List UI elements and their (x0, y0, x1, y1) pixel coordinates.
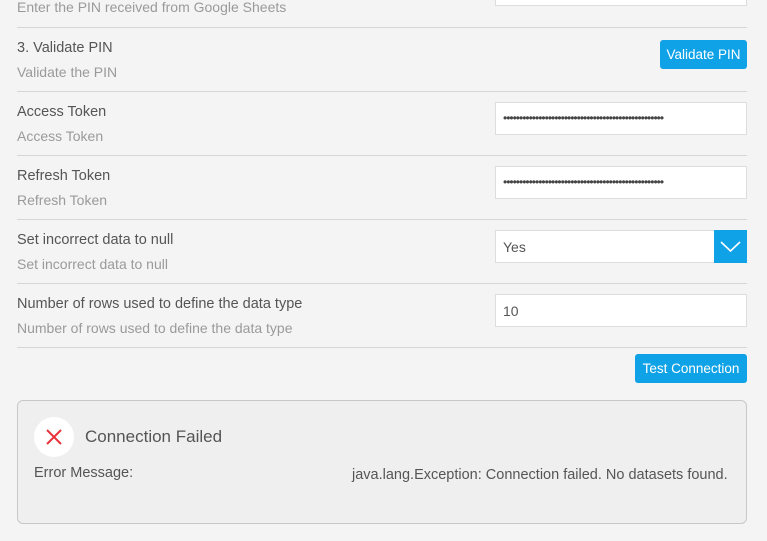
validate-pin-button[interactable]: Validate PIN (660, 40, 747, 69)
error-message: java.lang.Exception: Connection failed. … (352, 467, 728, 483)
rows-count-title: Number of rows used to define the data t… (17, 296, 303, 312)
access-token-input[interactable]: ••••••••••••••••••••••••••••••••••••••••… (495, 102, 747, 135)
pin-subtitle: Enter the PIN received from Google Sheet… (17, 0, 287, 15)
validate-pin-title: 3. Validate PIN (17, 40, 113, 56)
pin-row: Enter the PIN received from Google Sheet… (17, 0, 747, 27)
refresh-token-subtitle: Refresh Token (17, 192, 108, 208)
rows-count-subtitle: Number of rows used to define the data t… (17, 320, 293, 336)
close-icon (46, 429, 62, 445)
access-token-row: Access Token Access Token ••••••••••••••… (17, 91, 747, 155)
divider (17, 347, 747, 348)
test-connection-button[interactable]: Test Connection (635, 354, 747, 383)
rows-count-input[interactable]: 10 (495, 294, 747, 327)
null-data-row: Set incorrect data to null Set incorrect… (17, 219, 747, 283)
access-token-subtitle: Access Token (17, 128, 104, 144)
pin-input[interactable] (495, 0, 747, 6)
validate-pin-row: 3. Validate PIN Validate the PIN Validat… (17, 27, 747, 91)
null-data-subtitle: Set incorrect data to null (17, 256, 168, 272)
error-label: Error Message: (34, 465, 134, 481)
refresh-token-input[interactable]: ••••••••••••••••••••••••••••••••••••••••… (495, 166, 747, 199)
validate-pin-subtitle: Validate the PIN (17, 64, 118, 80)
error-panel: Connection Failed Error Message: java.la… (17, 400, 747, 524)
refresh-token-title: Refresh Token (17, 168, 111, 184)
chevron-down-icon (720, 241, 741, 253)
refresh-token-row: Refresh Token Refresh Token ••••••••••••… (17, 155, 747, 219)
null-data-title: Set incorrect data to null (17, 232, 174, 248)
error-title: Connection Failed (85, 427, 223, 446)
null-data-value: Yes (503, 239, 526, 255)
rows-count-row: Number of rows used to define the data t… (17, 283, 747, 347)
error-icon-circle (34, 417, 74, 457)
null-data-select[interactable]: Yes (495, 230, 747, 263)
access-token-title: Access Token (17, 104, 107, 120)
dropdown-button[interactable] (714, 230, 747, 263)
